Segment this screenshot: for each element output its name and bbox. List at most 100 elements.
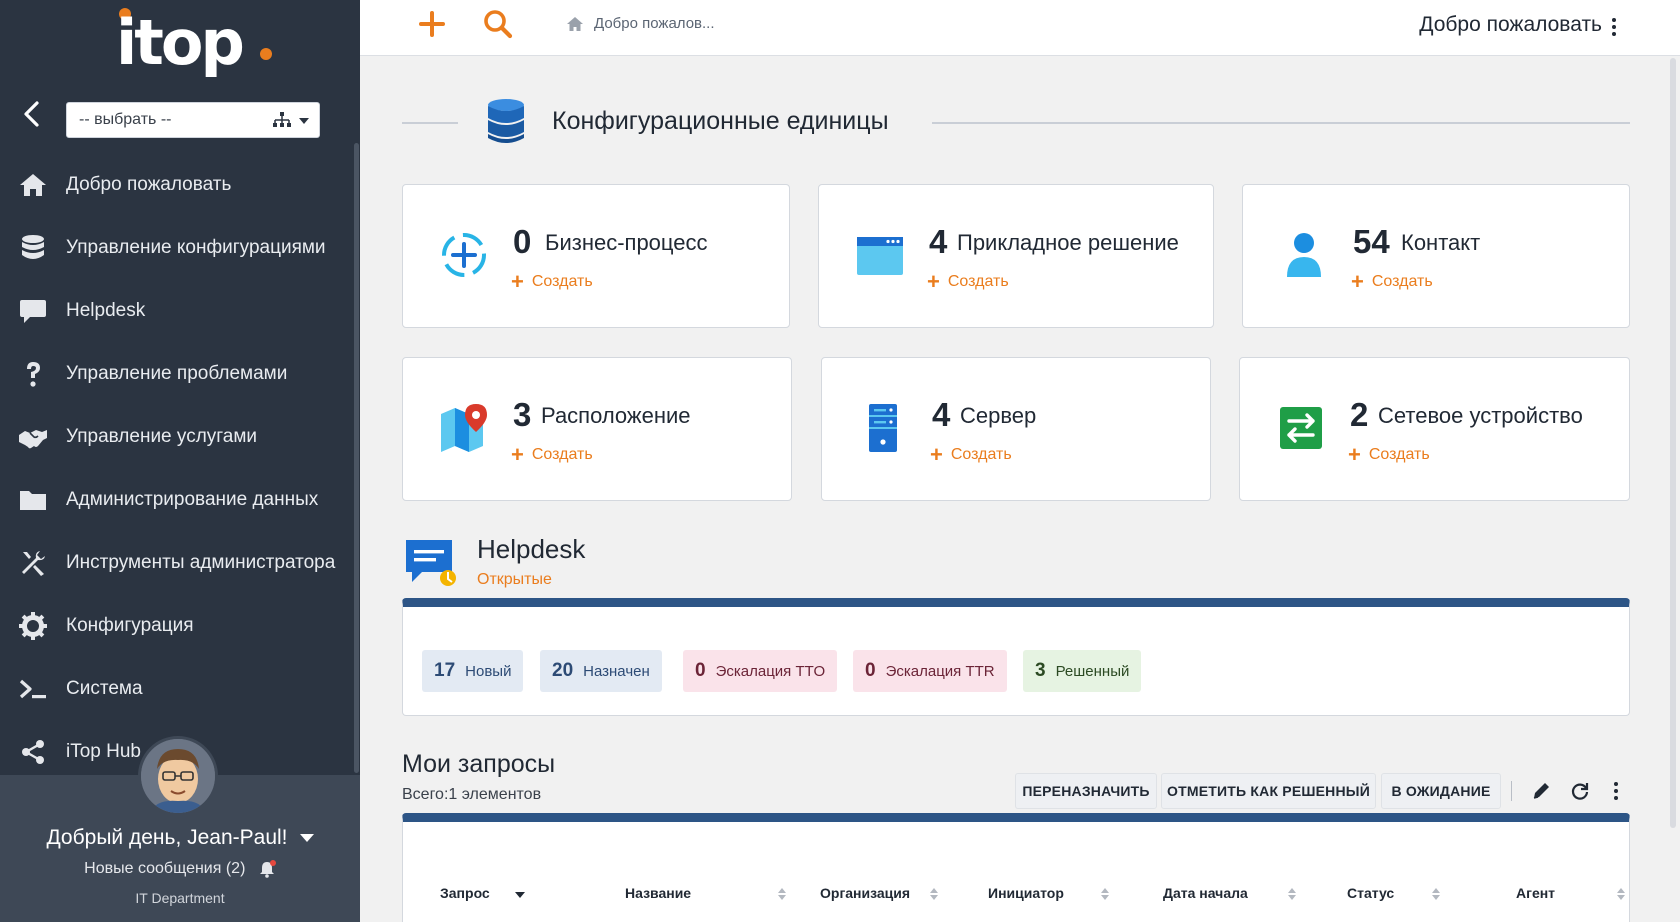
divider [932,122,1630,124]
menu-item-label: Управление конфигурациями [66,236,326,258]
column-header-start-date[interactable]: Дата начала [1163,885,1248,901]
menu-item-data-administration[interactable]: Администрирование данных [0,468,352,531]
menu-item-welcome[interactable]: Добро пожаловать [0,153,352,216]
sort-desc-icon[interactable] [515,887,525,901]
sort-icon[interactable] [777,887,787,901]
create-link[interactable]: + Создать [1351,269,1433,294]
section-title: Конфигурационные единицы [552,107,889,135]
my-requests-table [402,813,1630,922]
collapse-sidebar-icon[interactable] [20,97,44,131]
create-label: Создать [1368,446,1430,463]
home-icon[interactable] [566,16,584,32]
organization-select[interactable]: -- выбрать -- [66,102,320,138]
reassign-button[interactable]: ПЕРЕНАЗНАЧИТЬ [1015,773,1157,809]
sidebar: itop -- выбрать -- Добро пожаловать Упра… [0,0,360,922]
create-link[interactable]: + Создать [1348,444,1430,466]
menu-item-helpdesk[interactable]: Helpdesk [0,279,352,342]
status-badge-escalation-ttr[interactable]: 0 Эскалация TTR [853,650,1007,692]
itop-logo[interactable]: itop [116,4,276,84]
user-department: IT Department [135,890,225,906]
create-link[interactable]: + Создать [511,271,593,293]
status-badge-new[interactable]: 17 Новый [422,650,524,692]
more-vertical-icon[interactable] [1610,16,1618,38]
ci-name: Сервер [960,403,1037,428]
menu-item-label: Управление проблемами [66,362,288,384]
hierarchy-icon[interactable] [273,112,291,128]
sidebar-scrollbar[interactable] [354,143,359,773]
menu-item-problem-management[interactable]: Управление проблемами [0,342,352,405]
ci-card-location[interactable]: 3 Расположение + Создать [402,357,792,501]
plus-icon: + [930,442,943,467]
ci-count: 4 [929,223,948,260]
database-icon [0,216,66,279]
pending-button-label: В ОЖИДАНИЕ [1391,783,1491,799]
create-link[interactable]: + Создать [930,442,1012,467]
sort-icon[interactable] [929,887,939,901]
menu-item-configuration-management[interactable]: Управление конфигурациями [0,216,352,279]
sort-icon[interactable] [1431,887,1441,901]
sort-icon[interactable] [1287,887,1297,901]
plus-icon: + [511,442,524,467]
menu-item-system[interactable]: Система [0,657,352,720]
badge-count: 20 [552,660,574,681]
badge-count: 0 [865,660,876,681]
tools-icon [0,531,66,594]
column-header-status[interactable]: Статус [1347,885,1394,901]
badge-count: 0 [695,660,706,681]
menu-item-label: Управление услугами [66,425,258,447]
menu-item-admin-tools[interactable]: Инструменты администратора [0,531,352,594]
ci-card-application-solution[interactable]: 4 Прикладное решение + Создать [818,184,1214,328]
pending-button[interactable]: В ОЖИДАНИЕ [1381,773,1501,809]
menu-item-service-management[interactable]: Управление услугами [0,405,352,468]
ci-name: Расположение [541,403,691,428]
bell-icon[interactable] [258,860,276,878]
plus-icon: + [1351,269,1364,294]
search-icon[interactable] [482,6,514,42]
column-header-request[interactable]: Запрос [440,885,490,901]
create-link[interactable]: + Создать [511,442,593,467]
column-header-caller[interactable]: Инициатор [988,885,1064,901]
status-badge-resolved[interactable]: 3 Решенный [1023,650,1142,692]
ci-name: Бизнес-процесс [545,230,708,255]
menu-item-label: Добро пожаловать [66,173,232,195]
status-badge-escalation-tto[interactable]: 0 Эскалация TTO [683,650,838,692]
divider [402,122,458,124]
menu-item-label: Helpdesk [66,299,146,321]
helpdesk-subtitle[interactable]: Открытые [477,571,552,589]
refresh-icon[interactable] [1569,780,1591,802]
ci-card-contact[interactable]: 54 Контакт + Создать [1242,184,1630,328]
more-vertical-icon[interactable] [1605,780,1627,802]
avatar[interactable] [138,736,218,816]
menu-item-configuration[interactable]: Конфигурация [0,594,352,657]
pencil-icon[interactable] [1530,780,1552,802]
column-header-title[interactable]: Название [625,885,691,901]
mark-resolved-button-label: ОТМЕТИТЬ КАК РЕШЕННЫЙ [1167,783,1370,799]
top-bar: Добро пожалов... Добро пожаловать [360,0,1680,56]
chevron-down-icon[interactable] [299,118,309,124]
sort-icon[interactable] [1616,887,1626,901]
sort-icon[interactable] [1100,887,1110,901]
logo-text: itop [116,6,242,79]
create-label: Создать [1371,273,1433,290]
network-switch-icon [1280,407,1322,449]
helpdesk-ticket-icon [406,540,456,586]
ci-card-server[interactable]: 4 Сервер + Создать [821,357,1211,501]
content-scrollbar[interactable] [1670,58,1676,828]
home-icon [0,153,66,216]
ci-card-business-process[interactable]: 0 Бизнес-процесс + Создать [402,184,790,328]
map-pin-icon [441,404,487,452]
column-header-organization[interactable]: Организация [820,885,910,901]
organization-select-value: -- выбрать -- [79,111,172,128]
mark-resolved-button[interactable]: ОТМЕТИТЬ КАК РЕШЕННЫЙ [1161,773,1376,809]
status-badge-assigned[interactable]: 20 Назначен [540,650,662,692]
breadcrumb[interactable]: Добро пожалов... [594,15,715,32]
new-messages[interactable]: Новые сообщения (2) [0,860,360,878]
chevron-down-icon[interactable] [299,834,314,843]
ci-card-network-device[interactable]: 2 Сетевое устройство + Создать [1239,357,1630,501]
user-greeting[interactable]: Добрый день, Jean-Paul! [0,826,360,850]
column-header-agent[interactable]: Агент [1516,885,1555,901]
create-link[interactable]: + Создать [927,271,1009,293]
ci-name: Контакт [1401,230,1481,255]
plus-icon[interactable] [416,6,448,42]
badge-label: Эскалация TTR [885,662,995,680]
